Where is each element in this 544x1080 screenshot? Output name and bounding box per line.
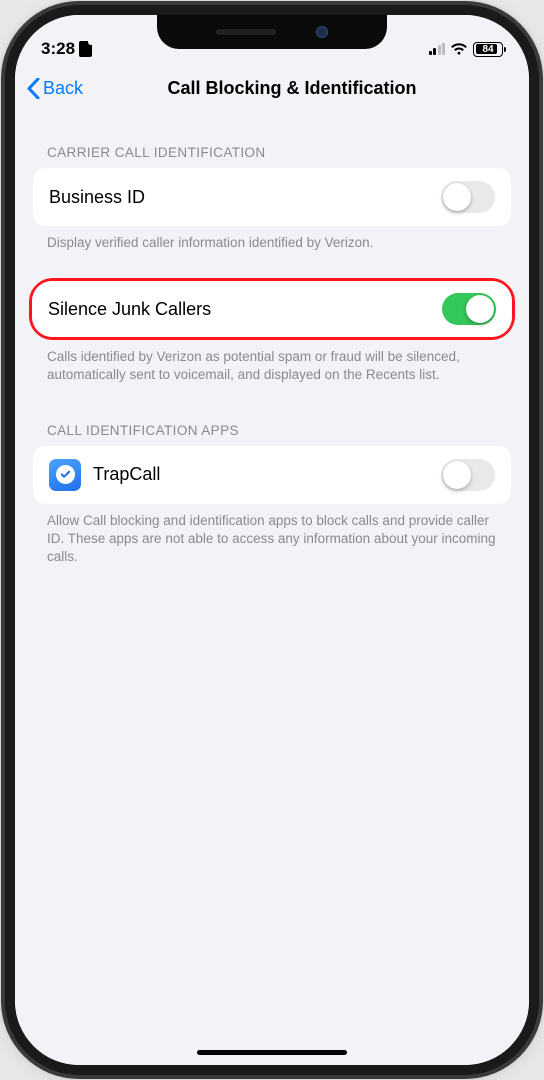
cellular-signal-icon: [429, 43, 446, 55]
back-button[interactable]: Back: [27, 78, 83, 99]
sim-card-icon: [79, 41, 92, 57]
section-header-apps: CALL IDENTIFICATION APPS: [15, 385, 529, 446]
business-id-label: Business ID: [49, 187, 429, 208]
business-id-row[interactable]: Business ID: [33, 168, 511, 226]
trapcall-row[interactable]: TrapCall: [33, 446, 511, 504]
status-right: 84: [429, 42, 504, 57]
section-header-carrier: CARRIER CALL IDENTIFICATION: [15, 113, 529, 168]
apps-footer: Allow Call blocking and identification a…: [15, 504, 529, 567]
iphone-device-frame: 3:28 84 Back: [15, 15, 529, 1065]
highlight-annotation: Silence Junk Callers: [29, 278, 515, 340]
trapcall-toggle[interactable]: [441, 459, 495, 491]
front-camera: [316, 26, 328, 38]
chevron-left-icon: [27, 78, 40, 99]
status-left: 3:28: [41, 39, 92, 59]
trapcall-label: TrapCall: [93, 464, 429, 485]
wifi-icon: [450, 42, 468, 56]
page-title: Call Blocking & Identification: [15, 78, 529, 99]
silence-junk-callers-footer: Calls identified by Verizon as potential…: [15, 340, 529, 384]
screen: 3:28 84 Back: [15, 15, 529, 1065]
navigation-bar: Back Call Blocking & Identification: [15, 65, 529, 113]
status-time: 3:28: [41, 39, 75, 59]
silence-junk-callers-row[interactable]: Silence Junk Callers: [32, 281, 512, 337]
speech-bubble-check-icon: [56, 465, 75, 484]
battery-indicator: 84: [473, 42, 503, 57]
silence-junk-callers-toggle[interactable]: [442, 293, 496, 325]
business-id-footer: Display verified caller information iden…: [15, 226, 529, 252]
back-label: Back: [43, 78, 83, 99]
earpiece-speaker: [216, 29, 276, 35]
settings-content: CARRIER CALL IDENTIFICATION Business ID …: [15, 113, 529, 1065]
notch: [157, 15, 387, 49]
silence-junk-callers-label: Silence Junk Callers: [48, 299, 430, 320]
trapcall-app-icon: [49, 459, 81, 491]
home-indicator[interactable]: [197, 1050, 347, 1055]
battery-percentage: 84: [474, 43, 502, 56]
business-id-toggle[interactable]: [441, 181, 495, 213]
